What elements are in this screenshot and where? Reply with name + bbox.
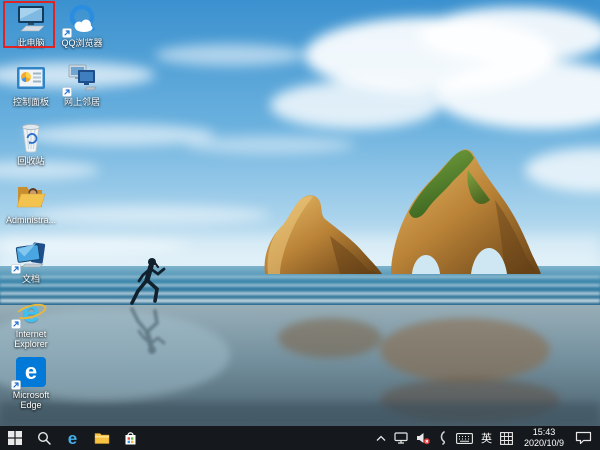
ime-toolbar-tray-icon[interactable] <box>500 426 513 450</box>
network-tray-icon[interactable] <box>394 426 408 450</box>
shortcut-arrow-icon <box>11 264 21 274</box>
ime-grid-icon <box>500 432 513 445</box>
windows-desktop: 此电脑 QQ浏览器 <box>0 0 600 450</box>
desktop-icon-administrator[interactable]: Administra... <box>5 180 57 225</box>
volume-tray-icon[interactable] <box>416 426 430 450</box>
network-icon <box>394 432 408 444</box>
start-button[interactable] <box>0 426 29 450</box>
desktop-icon-recycle-bin[interactable]: 回收站 <box>5 121 57 166</box>
action-center-button[interactable] <box>575 426 592 450</box>
system-tray: 英 15:43 2020/10/9 <box>376 426 600 450</box>
file-explorer-icon <box>94 431 110 445</box>
windows-logo-icon <box>8 431 22 445</box>
search-button[interactable] <box>29 426 58 450</box>
control-panel-icon <box>13 62 49 96</box>
desktop-icon-qq-browser[interactable]: QQ浏览器 <box>56 3 108 48</box>
chevron-up-icon <box>376 435 386 442</box>
desktop-icon-documents[interactable]: 文档 <box>5 239 57 284</box>
edge-e-glyph: e <box>25 361 37 383</box>
taskbar-store-button[interactable] <box>116 426 145 450</box>
desktop-icon-label: 此电脑 <box>17 38 44 48</box>
desktop-icon-label: Internet Explorer <box>5 329 57 350</box>
desktop-icon-label: 网上邻居 <box>64 97 100 107</box>
network-neighborhood-icon <box>64 62 100 96</box>
desktop-icon-this-pc[interactable]: 此电脑 <box>5 3 57 48</box>
volume-muted-icon <box>416 432 430 445</box>
taskbar: e <box>0 426 600 450</box>
shortcut-arrow-icon <box>62 87 72 97</box>
documents-icon <box>13 239 49 273</box>
desktop-icon-label: 文档 <box>22 274 40 284</box>
taskbar-file-explorer-button[interactable] <box>87 426 116 450</box>
desktop-icon-label: Administra... <box>6 215 56 225</box>
action-center-icon <box>575 431 592 445</box>
desktop-icon-network[interactable]: 网上邻居 <box>56 62 108 107</box>
recycle-bin-icon <box>13 121 49 155</box>
desktop-icon-microsoft-edge[interactable]: e Microsoft Edge <box>5 355 57 411</box>
this-pc-icon <box>13 3 49 37</box>
hidden-icons-chevron[interactable] <box>376 426 386 450</box>
pen-icon <box>438 431 448 445</box>
touch-keyboard-icon <box>456 433 473 444</box>
shortcut-arrow-icon <box>11 380 21 390</box>
internet-explorer-icon: e <box>13 294 49 328</box>
qq-browser-icon <box>64 3 100 37</box>
touch-keyboard-tray-icon[interactable] <box>456 426 473 450</box>
microsoft-store-icon <box>123 431 138 446</box>
shortcut-arrow-icon <box>62 28 72 38</box>
desktop-icon-label: QQ浏览器 <box>61 38 102 48</box>
taskbar-edge-button[interactable]: e <box>58 426 87 450</box>
pen-tray-icon[interactable] <box>438 426 448 450</box>
taskbar-clock[interactable]: 15:43 2020/10/9 <box>521 427 567 449</box>
user-folder-icon <box>13 180 49 214</box>
desktop-icon-label: 控制面板 <box>13 97 49 107</box>
edge-icon: e <box>68 430 77 447</box>
search-icon <box>37 431 51 445</box>
desktop-icon-label: 回收站 <box>17 156 44 166</box>
microsoft-edge-icon: e <box>13 355 49 389</box>
desktop-icon-label: Microsoft Edge <box>5 390 57 411</box>
clock-date: 2020/10/9 <box>524 438 564 449</box>
desktop-icon-internet-explorer[interactable]: e Internet Explorer <box>5 294 57 350</box>
ime-language-indicator[interactable]: 英 <box>481 426 492 450</box>
desktop-icon-control-panel[interactable]: 控制面板 <box>5 62 57 107</box>
beach <box>0 305 600 426</box>
shortcut-arrow-icon <box>11 319 21 329</box>
clock-time: 15:43 <box>533 427 556 438</box>
